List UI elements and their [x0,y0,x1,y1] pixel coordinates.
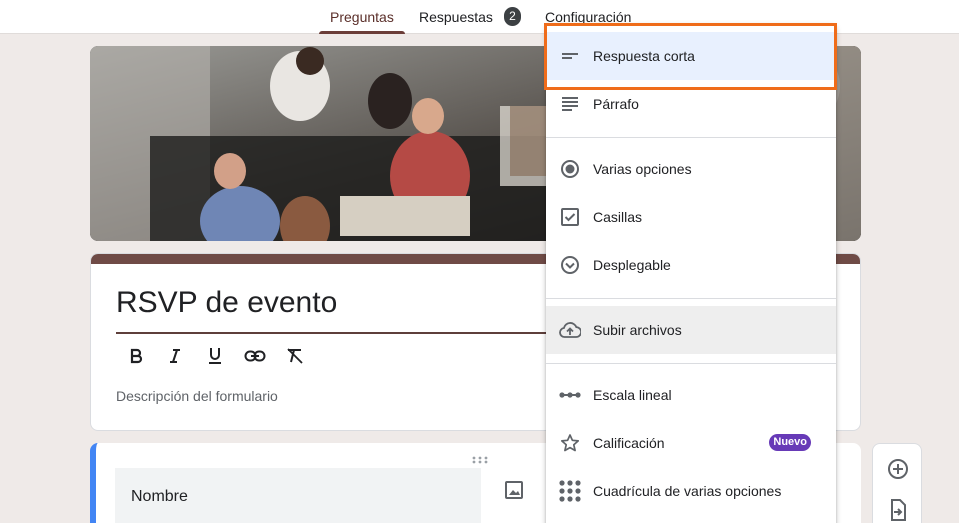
upload-icon [559,319,581,341]
menu-item-label: Cuadrícula de varias opciones [593,483,782,499]
star-icon [559,432,581,454]
bold-icon[interactable] [123,344,149,368]
radio-icon [559,158,581,180]
menu-divider [546,298,836,299]
tab-preguntas[interactable]: Preguntas [319,0,405,34]
add-question-icon[interactable] [886,457,910,481]
underline-icon[interactable] [202,344,228,368]
italic-icon[interactable] [162,344,188,368]
dropdown-icon [559,254,581,276]
menu-item-label: Calificación [593,435,665,451]
paragraph-icon [559,93,581,115]
title-underline [116,332,556,334]
menu-item-paragraph[interactable]: Párrafo [546,80,836,128]
menu-divider [546,137,836,138]
menu-item-file-upload[interactable]: Subir archivos [546,306,836,354]
menu-item-linear-scale[interactable]: Escala lineal [546,371,836,419]
form-title[interactable]: RSVP de evento [116,286,337,320]
menu-item-label: Escala lineal [593,387,672,403]
linear-scale-icon [559,384,581,406]
new-badge: Nuevo [769,434,811,451]
menu-item-label: Párrafo [593,96,639,112]
tab-respuestas[interactable]: Respuestas [419,0,493,34]
side-toolbar [872,443,922,523]
menu-item-label: Casillas [593,209,643,225]
menu-item-label: Desplegable [593,257,671,273]
menu-item-short-answer[interactable]: Respuesta corta [546,32,836,80]
menu-item-dropdown[interactable]: Desplegable [546,241,836,289]
menu-item-multiple-choice-grid[interactable]: Cuadrícula de varias opciones [546,467,836,515]
menu-item-checkboxes[interactable]: Casillas [546,193,836,241]
menu-item-rating[interactable]: Calificación Nuevo [546,419,836,467]
menu-item-label: Subir archivos [593,322,682,338]
menu-item-label: Respuesta corta [593,48,695,64]
question-title-input[interactable]: Nombre [115,468,481,523]
menu-divider [546,363,836,364]
import-questions-icon[interactable] [886,498,910,522]
form-description-placeholder[interactable]: Descripción del formulario [116,388,278,404]
clear-format-icon[interactable] [282,344,308,368]
image-icon[interactable] [504,480,526,502]
link-icon[interactable] [242,344,268,368]
menu-item-multiple-choice[interactable]: Varias opciones [546,145,836,193]
menu-item-label: Varias opciones [593,161,692,177]
grid-icon [559,480,581,502]
drag-handle-icon[interactable] [472,451,488,464]
responses-count-badge: 2 [504,7,521,26]
short-answer-icon [559,45,581,67]
question-type-menu: Respuesta corta Párrafo Varias opciones … [546,24,836,523]
checkbox-icon [559,206,581,228]
